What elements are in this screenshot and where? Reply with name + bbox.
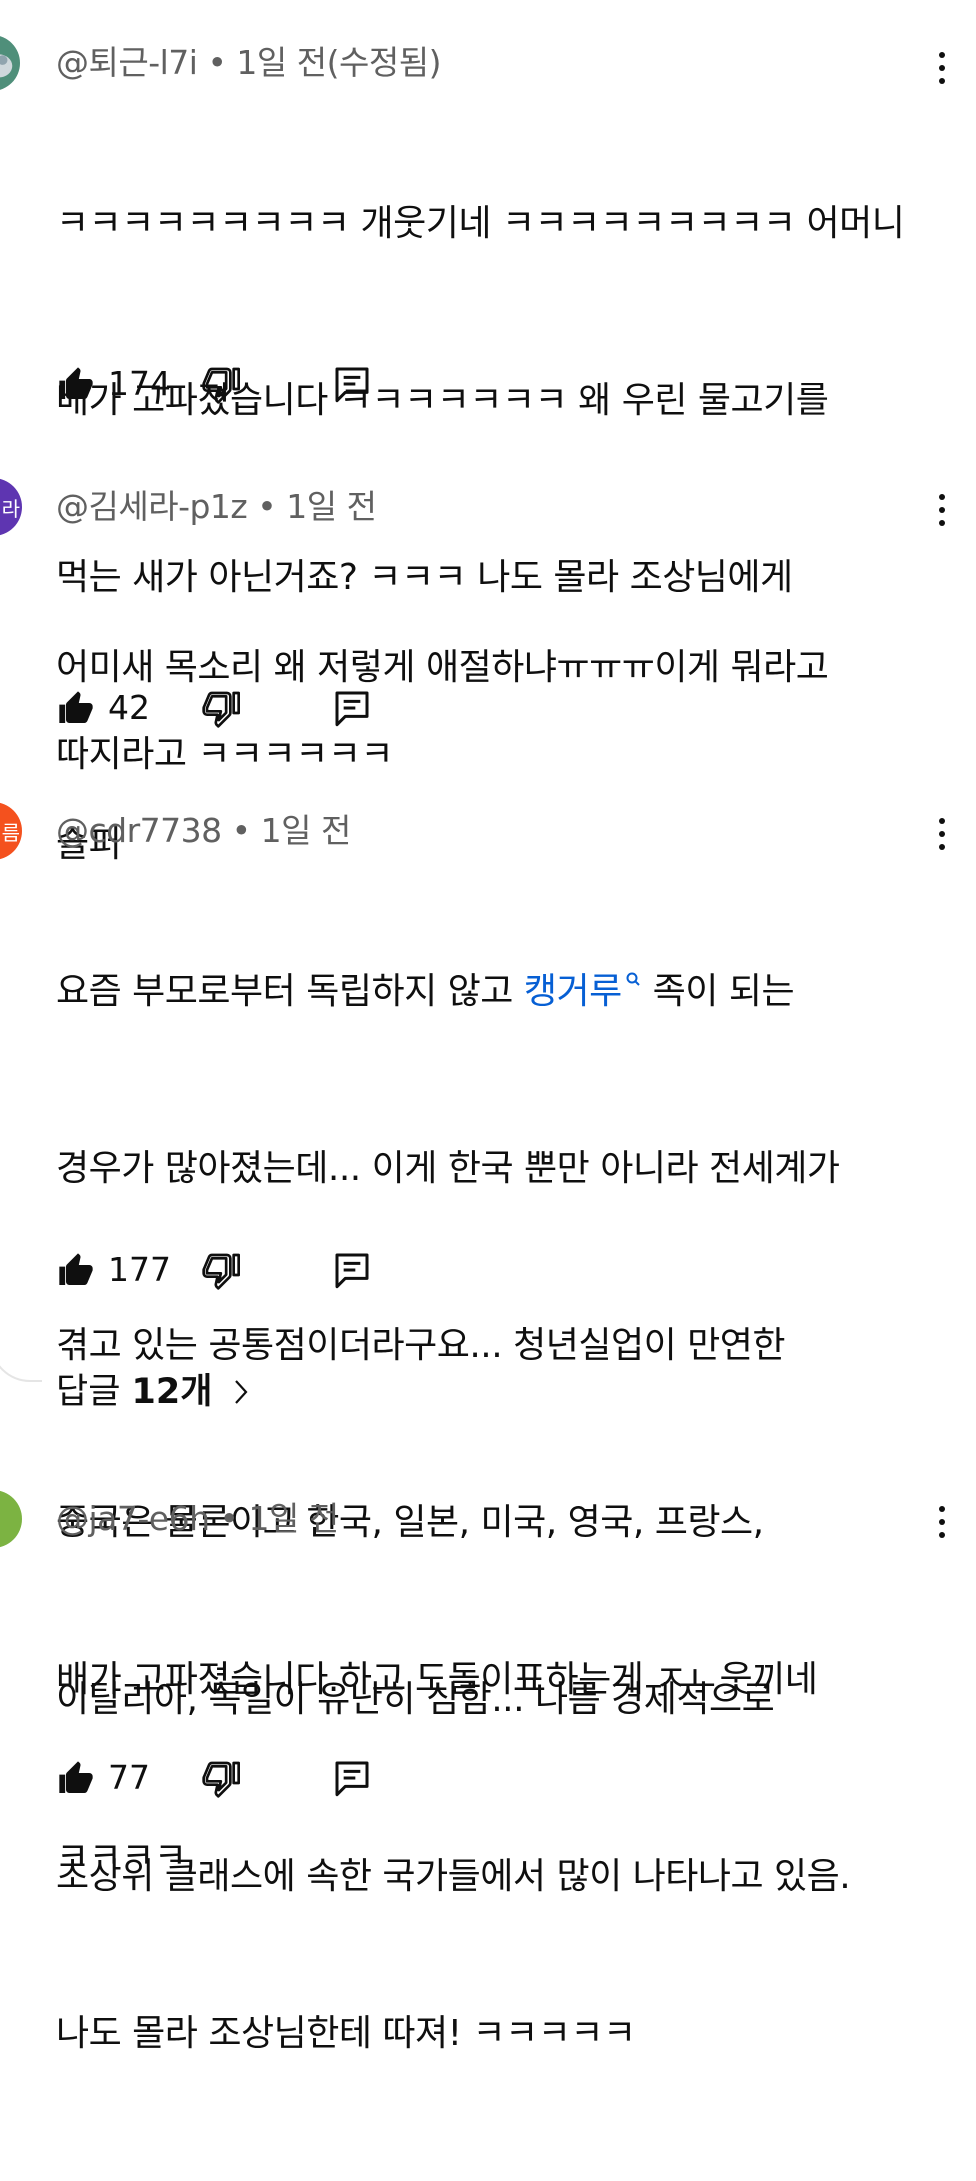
thumb-up-icon[interactable] xyxy=(56,1758,96,1798)
like-count: 174 xyxy=(108,364,171,403)
more-vert-icon[interactable] xyxy=(922,1502,962,1542)
thumb-down-icon[interactable] xyxy=(202,688,242,728)
thumb-down-icon[interactable] xyxy=(202,1250,242,1290)
comment-actions: 177 xyxy=(56,1248,416,1292)
comment-line: 겪고 있는 공통점이더라구요... 청년실업이 만연한 xyxy=(56,1325,786,1366)
like-count: 177 xyxy=(108,1250,171,1289)
reply-comment-icon[interactable] xyxy=(332,1250,372,1290)
view-replies-button[interactable]: 답글 12개 xyxy=(56,1370,252,1414)
comment-actions: 42 xyxy=(56,686,416,730)
thumb-up-icon[interactable] xyxy=(56,364,96,404)
replies-prefix: 답글 xyxy=(56,1372,132,1412)
comment-actions: 174 xyxy=(56,362,416,406)
search-link[interactable]: 캥거루 xyxy=(524,971,642,1012)
chevron-right-icon xyxy=(234,1380,248,1404)
thumb-down-icon[interactable] xyxy=(202,364,242,404)
reply-comment-icon[interactable] xyxy=(332,1758,372,1798)
comment-line: ㅋㅋㅋㅋ xyxy=(56,1836,187,1877)
comment-text: 배가 고파졌습니다.하고 도돌이표하는게 ㅈㄴ웃끼네 ㅋㅋㅋㅋ 나도 몰라 조상… xyxy=(56,1532,926,2181)
avatar-initial: 름 xyxy=(1,820,20,845)
comment-line: 경우가 많아졌는데... 이게 한국 뿐만 아니라 전세계가 xyxy=(56,1148,840,1189)
more-vert-icon[interactable] xyxy=(922,490,962,530)
search-link-label[interactable]: 캥거루 xyxy=(524,971,622,1012)
reply-comment-icon[interactable] xyxy=(332,688,372,728)
like-count: 77 xyxy=(108,1758,150,1797)
more-vert-icon[interactable] xyxy=(922,48,962,88)
comment-line: 요즘 부모로부터 독립하지 않고 캥거루 족이 되는 xyxy=(56,962,926,1021)
comment-actions: 77 xyxy=(56,1756,416,1800)
replies-count: 12개 xyxy=(131,1372,213,1412)
more-vert-icon[interactable] xyxy=(922,814,962,854)
avatar[interactable] xyxy=(0,34,22,92)
search-small-icon[interactable] xyxy=(624,971,642,989)
comment-text-segment: 족이 되는 xyxy=(641,971,795,1012)
avatar-initial: 라 xyxy=(1,496,20,521)
avatar[interactable]: 라 xyxy=(0,478,22,536)
thumb-up-icon[interactable] xyxy=(56,688,96,728)
comment-line: 나도 몰라 조상님한테 따져! ㅋㅋㅋㅋㅋ xyxy=(56,2013,636,2054)
like-count: 42 xyxy=(108,688,150,727)
thread-connector xyxy=(0,1340,42,1382)
avatar[interactable]: 름 xyxy=(0,802,22,860)
thumb-up-icon[interactable] xyxy=(56,1250,96,1290)
avatar[interactable] xyxy=(0,1490,22,1548)
avatar-image xyxy=(0,36,20,90)
thumb-down-icon[interactable] xyxy=(202,1758,242,1798)
comment-line: 배가 고파졌습니다.하고 도돌이표하는게 ㅈㄴ웃끼네 xyxy=(56,1659,818,1700)
comment-line: ㅋㅋㅋㅋㅋㅋㅋㅋㅋ 개웃기네 ㅋㅋㅋㅋㅋㅋㅋㅋㅋ 어머니 xyxy=(56,203,905,244)
reply-comment-icon[interactable] xyxy=(332,364,372,404)
comment-text-segment: 요즘 부모로부터 독립하지 않고 xyxy=(56,971,524,1012)
